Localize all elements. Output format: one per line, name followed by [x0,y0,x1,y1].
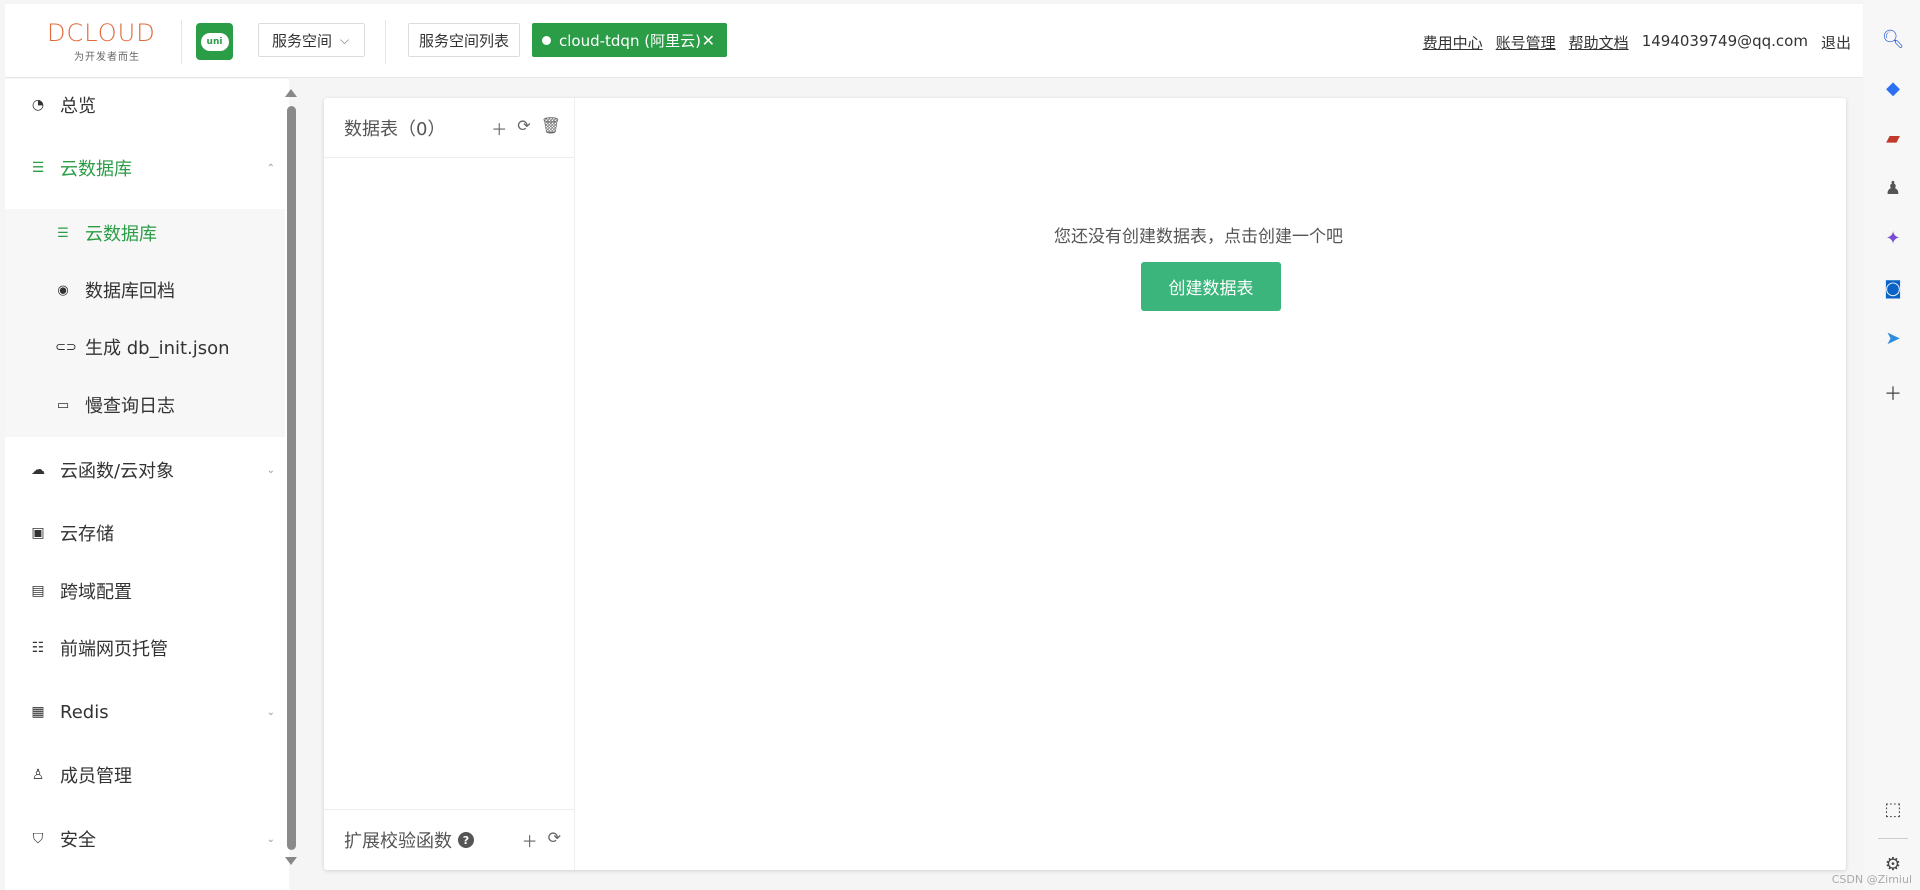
people-icon[interactable]: ♟ [1882,177,1904,199]
help-icon[interactable]: ? [458,832,474,848]
space-selector[interactable]: 服务空间 ⌵ [258,23,365,57]
logo-wordmark: DCLOUD [47,19,156,47]
add-icon[interactable]: ＋ [1882,382,1904,405]
database-submenu: ☰ 云数据库 ◉ 数据库回档 ⊂⊃ 生成 db_init.json ▭ 慢查询日… [5,209,285,437]
header-divider [181,20,182,64]
sidebar-scrollbar[interactable] [283,79,297,875]
sidebar-subitem-database[interactable]: ☰ 云数据库 [5,209,285,257]
validate-functions-bar: 扩展校验函数 ? ＋ ⟳ [324,809,575,870]
empty-state-message: 您还没有创建数据表，点击创建一个吧 [1054,227,1343,247]
trash-icon[interactable]: 🗑 [541,116,561,140]
tag-icon[interactable]: ◆ [1882,77,1904,99]
chevron-up-icon: ⌃ [266,162,275,174]
sidebar-item-redis[interactable]: ▦ Redis ⌄ [5,686,285,738]
add-icon[interactable]: ＋ [522,828,538,852]
user-email[interactable]: 1494039749@qq.com [1642,32,1808,53]
logout-link[interactable]: 退出 [1821,32,1851,53]
main-panel: 数据表（0） ＋ ⟳ 🗑 扩展校验函数 ? ＋ ⟳ 您还没有创建数据表，点击创建… [324,98,1846,870]
link-icon: ⊂⊃ [55,339,77,355]
sidebar-item-storage[interactable]: ▣ 云存储 [5,507,285,559]
current-space-label: cloud-tdqn (阿里云) [559,31,701,50]
sidebar-item-cors[interactable]: ▤ 跨域配置 [5,565,285,617]
refresh-icon[interactable]: ⟳ [548,828,561,852]
cloud-logo-icon: uni [200,32,229,51]
gear-icon[interactable]: ⚙ [1882,853,1904,875]
log-icon: ▭ [56,397,70,413]
send-icon[interactable]: ➤ [1882,327,1904,349]
sidebar-subitem-db-init[interactable]: ⊂⊃ 生成 db_init.json [5,323,285,371]
storage-icon: ▣ [31,525,45,541]
logo-tagline: 为开发者而生 [74,52,140,63]
app-window: DCLOUD 为开发者而生 uni 服务空间 ⌵ 服务空间列表 cloud-td… [0,0,1864,890]
refresh-icon[interactable]: ⟳ [517,116,530,140]
docs-link[interactable]: 帮助文档 [1569,32,1629,53]
create-table-button[interactable]: 创建数据表 [1141,262,1281,311]
screenshot-icon[interactable]: ⬚ [1882,798,1904,820]
sidebar-subitem-slow-log[interactable]: ▭ 慢查询日志 [5,381,285,429]
watermark: CSDN @Zimiul [1831,873,1912,886]
current-space-tag[interactable]: cloud-tdqn (阿里云) ✕ [532,23,727,57]
add-icon[interactable]: ＋ [491,116,507,140]
hosting-icon: ☷ [31,640,45,656]
sidebar-item-overview[interactable]: ◔ 总览 [5,79,285,131]
dcloud-logo[interactable]: DCLOUD 为开发者而生 [47,20,167,66]
sidebar-item-security[interactable]: ⛉ 安全 ⌄ [5,813,285,865]
validate-functions-label: 扩展校验函数 [344,831,452,852]
close-icon[interactable]: ✕ [702,31,715,50]
billing-link[interactable]: 费用中心 [1423,32,1483,53]
browser-sidebar: 🔍︎ ◆ ▰ ♟ ✦ ◙ ➤ ＋ ⬚ ⚙ [1864,0,1920,890]
account-link[interactable]: 账号管理 [1496,32,1556,53]
database-icon: ☰ [31,160,45,176]
chevron-down-icon: ⌄ [266,833,275,845]
cloud-icon: ☁ [31,462,45,478]
outlook-icon[interactable]: ◙ [1882,277,1904,299]
top-links: 费用中心 账号管理 帮助文档 1494039749@qq.com 退出 [1423,32,1851,53]
chevron-down-icon: ⌄ [266,464,275,476]
shield-icon: ⛉ [32,831,44,847]
chevron-down-icon: ⌵ [340,32,350,47]
sidebar-item-functions[interactable]: ☁ 云函数/云对象 ⌄ [5,444,285,496]
sidebar-item-database[interactable]: ☰ 云数据库 ⌃ [5,142,285,194]
toolbar-divider [1878,838,1908,839]
rollback-icon: ◉ [57,282,69,298]
table-list-header: 数据表（0） ＋ ⟳ 🗑 [324,98,575,158]
scroll-up-icon[interactable] [285,89,297,97]
space-list-button[interactable]: 服务空间列表 [408,23,520,57]
toolbox-icon[interactable]: ▰ [1882,127,1904,149]
copilot-icon[interactable]: ✦ [1882,227,1904,249]
database-icon: ☰ [57,225,69,241]
redis-icon: ▦ [31,704,45,720]
table-count-title: 数据表（0） [344,118,446,140]
dashboard-icon: ◔ [31,97,45,113]
search-icon[interactable]: 🔍︎ [1882,28,1905,50]
scrollbar-thumb[interactable] [287,106,296,850]
cors-icon: ▤ [31,583,45,599]
table-actions: ＋ ⟳ 🗑 [491,116,561,140]
status-dot-icon [542,35,551,45]
sidebar-item-hosting[interactable]: ☷ 前端网页托管 [5,622,285,674]
header-divider [385,20,386,64]
sidebar: ◔ 总览 ☰ 云数据库 ⌃ ☰ 云数据库 ◉ 数据库回档 ⊂⊃ 生成 db_in… [5,79,289,890]
sidebar-subitem-rollback[interactable]: ◉ 数据库回档 [5,266,285,314]
table-list: 数据表（0） ＋ ⟳ 🗑 扩展校验函数 ? ＋ ⟳ [324,98,575,870]
member-icon: ♙ [31,767,45,783]
uni-cloud-logo[interactable]: uni [196,23,233,60]
scroll-down-icon[interactable] [285,857,297,865]
top-header: DCLOUD 为开发者而生 uni 服务空间 ⌵ 服务空间列表 cloud-td… [5,4,1863,78]
chevron-down-icon: ⌄ [266,706,275,718]
sidebar-item-members[interactable]: ♙ 成员管理 [5,749,285,801]
space-selector-label: 服务空间 [272,31,333,50]
validate-actions: ＋ ⟳ [522,828,561,852]
